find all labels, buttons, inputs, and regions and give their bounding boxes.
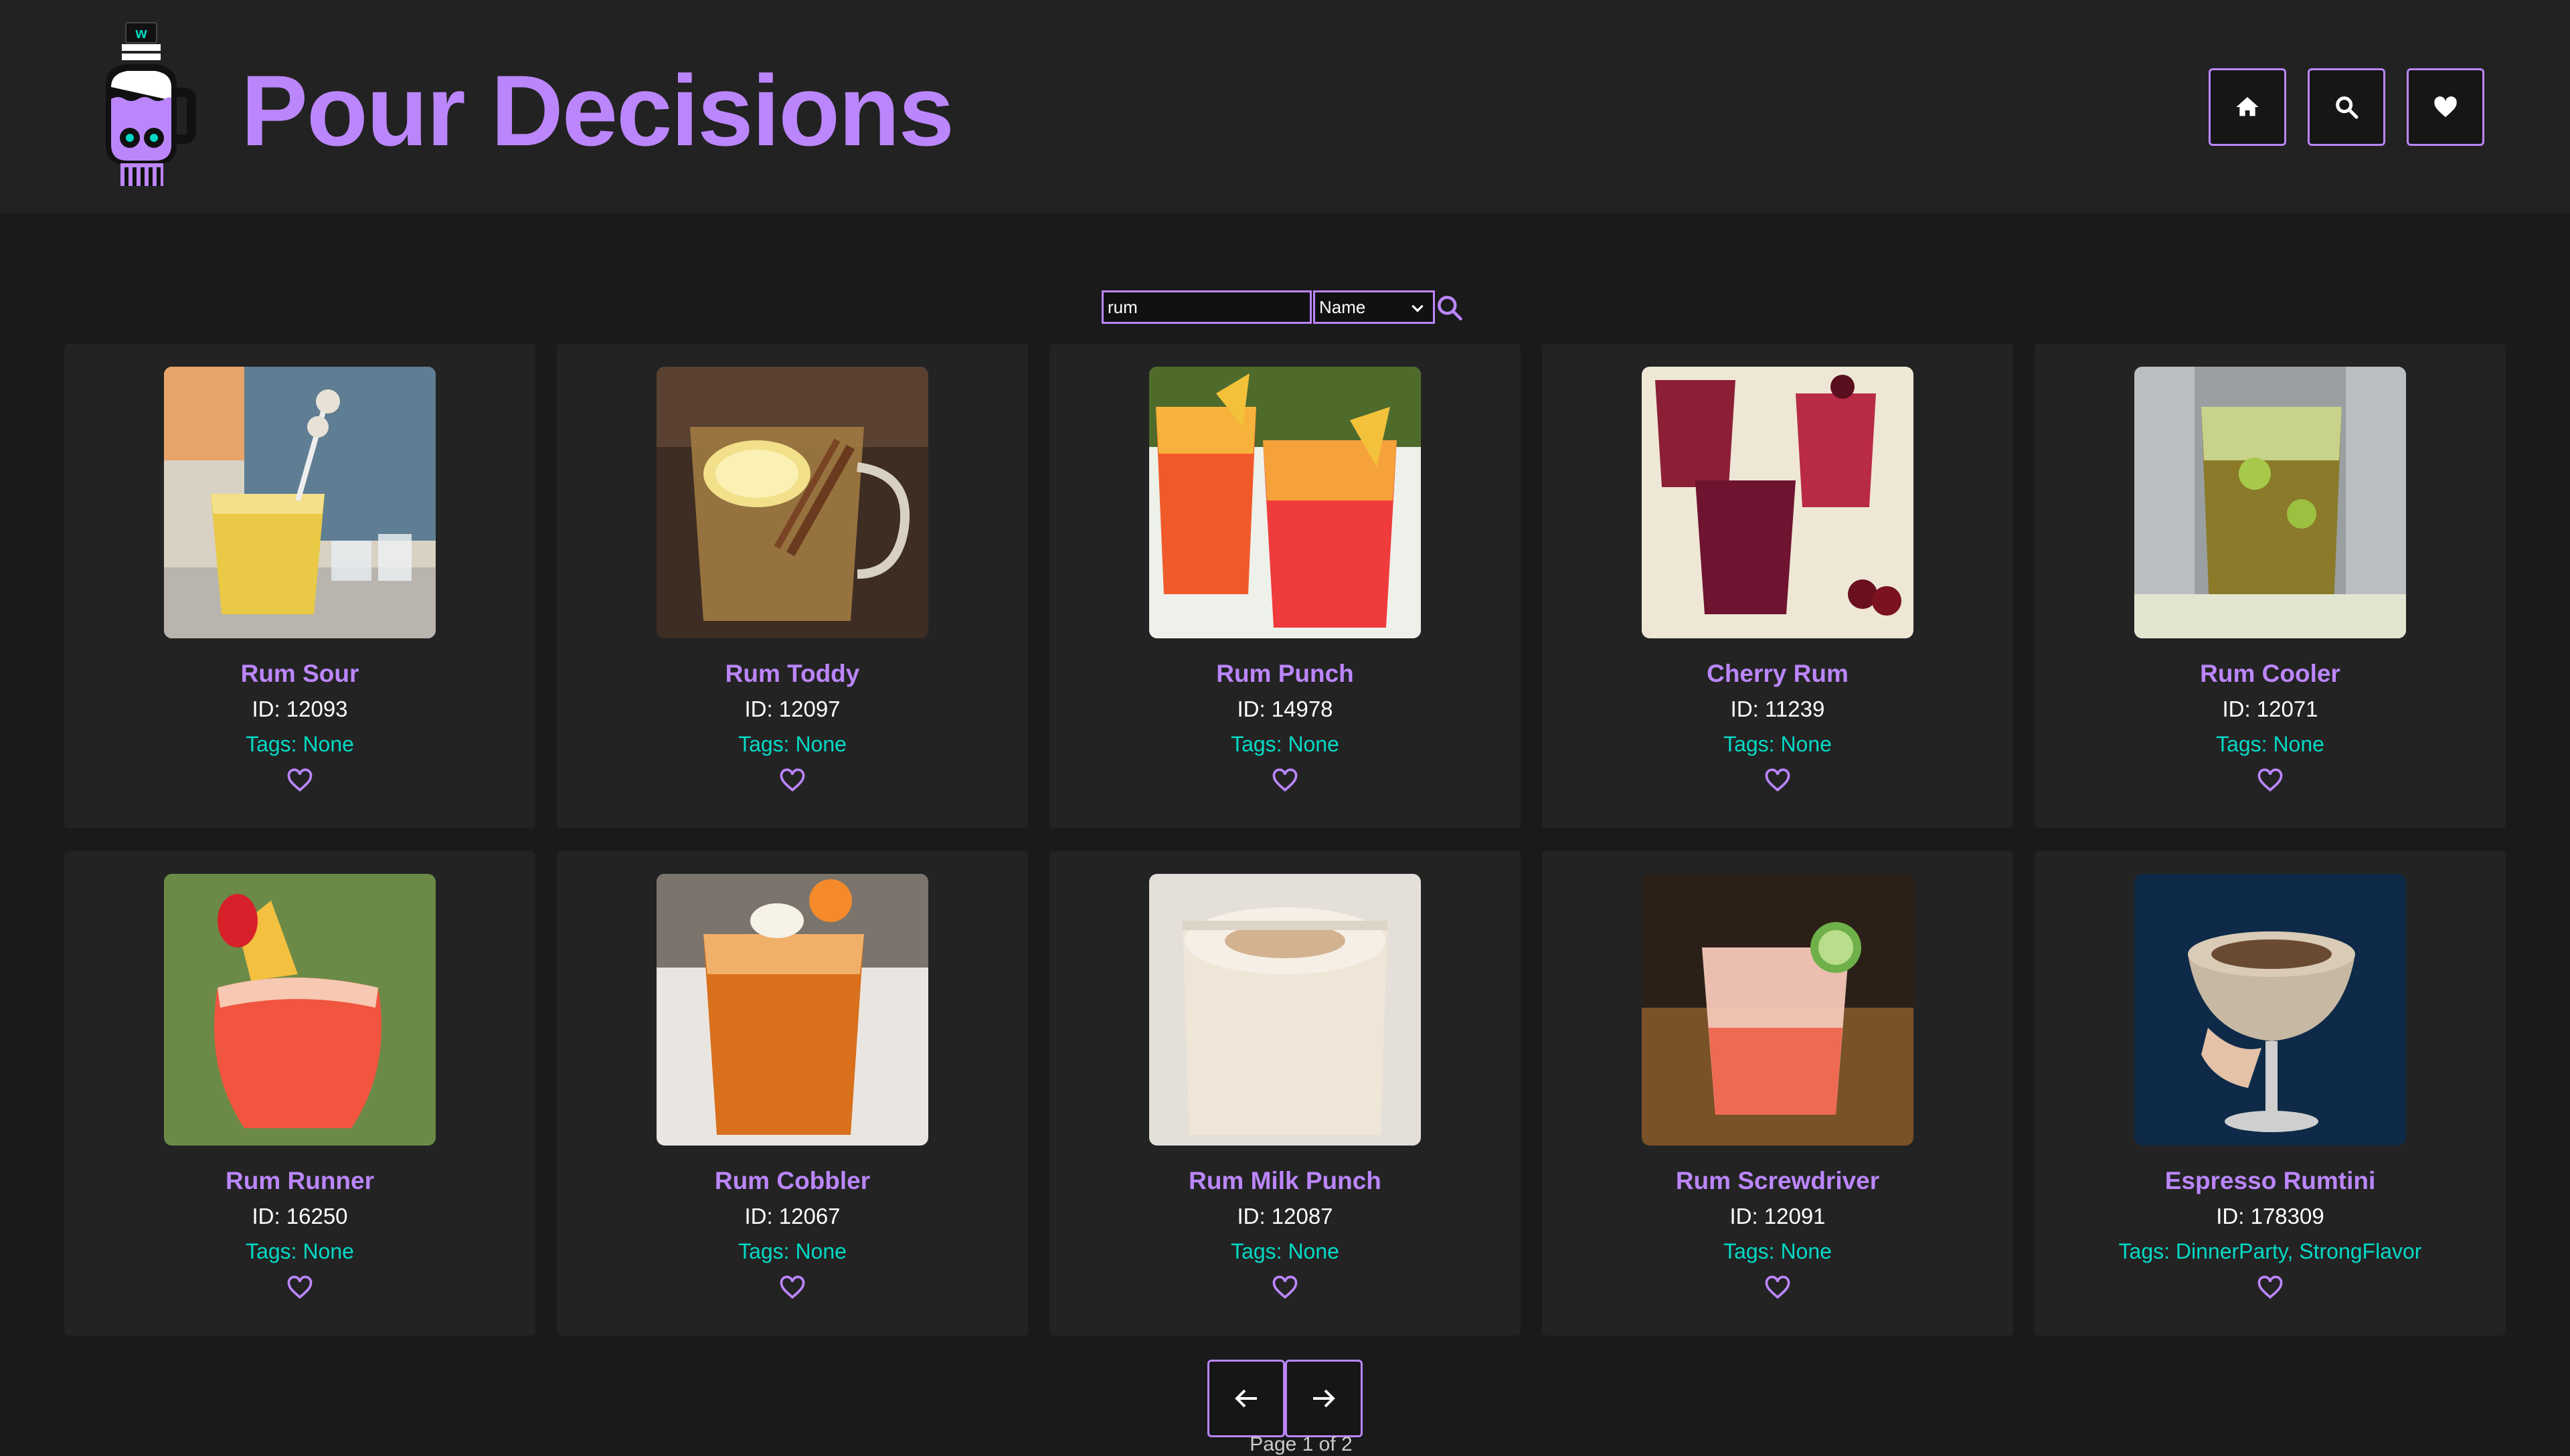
drink-tags: Tags: None xyxy=(1723,732,1832,756)
favorite-toggle[interactable] xyxy=(285,1273,315,1302)
heart-outline-icon xyxy=(1272,768,1298,792)
heart-outline-icon xyxy=(780,1275,805,1299)
favorite-toggle[interactable] xyxy=(778,1273,807,1302)
heart-outline-icon xyxy=(287,768,313,792)
favorite-toggle[interactable] xyxy=(285,765,315,795)
drink-photo[interactable] xyxy=(2134,874,2406,1146)
drink-card[interactable]: Espresso Rumtini ID: 178309 Tags: Dinner… xyxy=(2035,851,2506,1336)
drink-tags: Tags: None xyxy=(738,1239,847,1263)
drink-tags: Tags: None xyxy=(246,732,354,756)
drink-name[interactable]: Rum Runner xyxy=(226,1166,374,1196)
drink-tags: Tags: None xyxy=(2216,732,2324,756)
results-grid: Rum Sour ID: 12093 Tags: None Rum Toddy … xyxy=(64,344,2506,1336)
drink-name[interactable]: Cherry Rum xyxy=(1707,658,1849,689)
app-header: w Pour Decisions xyxy=(0,0,2570,213)
prev-page-button[interactable] xyxy=(1207,1360,1285,1437)
heart-outline-icon xyxy=(780,768,805,792)
page-indicator: Page 1 of 2 xyxy=(1250,1433,1353,1455)
drink-id: ID: 16250 xyxy=(252,1204,348,1228)
favorite-toggle[interactable] xyxy=(2255,765,2285,795)
drink-id: ID: 12071 xyxy=(2222,697,2318,721)
drink-tags: Tags: None xyxy=(1231,1239,1339,1263)
drink-name[interactable]: Rum Cooler xyxy=(2200,658,2340,689)
search-filter-select[interactable]: Name xyxy=(1313,290,1435,324)
drink-photo[interactable] xyxy=(1642,367,1913,638)
drink-name[interactable]: Espresso Rumtini xyxy=(2165,1166,2376,1196)
favorite-toggle[interactable] xyxy=(1270,1273,1300,1302)
heart-outline-icon xyxy=(2257,768,2283,792)
heart-outline-icon xyxy=(2257,1275,2283,1299)
search-submit-icon[interactable] xyxy=(1435,293,1464,323)
drink-photo[interactable] xyxy=(1149,874,1421,1146)
drink-name[interactable]: Rum Cobbler xyxy=(715,1166,870,1196)
arrow-left-icon xyxy=(1235,1389,1257,1408)
search-icon xyxy=(2336,96,2359,119)
drink-card[interactable]: Rum Runner ID: 16250 Tags: None xyxy=(64,851,535,1336)
drink-id: ID: 12091 xyxy=(1729,1204,1826,1228)
next-page-button[interactable] xyxy=(1285,1360,1363,1437)
drink-card[interactable]: Rum Screwdriver ID: 12091 Tags: None xyxy=(1542,851,2013,1336)
favorites-button[interactable] xyxy=(2407,68,2484,146)
drink-photo[interactable] xyxy=(1642,874,1913,1146)
drink-card[interactable]: Rum Punch ID: 14978 Tags: None xyxy=(1049,344,1521,828)
drink-name[interactable]: Rum Toddy xyxy=(725,658,860,689)
favorite-toggle[interactable] xyxy=(1763,765,1792,795)
drink-id: ID: 14978 xyxy=(1237,697,1333,721)
drink-photo[interactable] xyxy=(657,367,928,638)
drink-name[interactable]: Rum Screwdriver xyxy=(1676,1166,1879,1196)
drink-id: ID: 12087 xyxy=(1237,1204,1333,1228)
arrow-right-icon xyxy=(1313,1389,1335,1408)
drink-card[interactable]: Rum Toddy ID: 12097 Tags: None xyxy=(557,344,1028,828)
drink-card[interactable]: Rum Milk Punch ID: 12087 Tags: None xyxy=(1049,851,1521,1336)
drink-id: ID: 12067 xyxy=(744,1204,841,1228)
drink-card[interactable]: Rum Cobbler ID: 12067 Tags: None xyxy=(557,851,1028,1336)
drink-photo[interactable] xyxy=(164,874,436,1146)
drink-name[interactable]: Rum Milk Punch xyxy=(1189,1166,1381,1196)
home-icon xyxy=(2236,97,2259,116)
drink-card[interactable]: Rum Cooler ID: 12071 Tags: None xyxy=(2035,344,2506,828)
favorite-toggle[interactable] xyxy=(2255,1273,2285,1302)
search-filter-value: Name xyxy=(1319,296,1366,317)
app-title[interactable]: Pour Decisions xyxy=(241,47,954,174)
drink-tags: Tags: None xyxy=(246,1239,354,1263)
drink-tags: Tags: DinnerParty, StrongFlavor xyxy=(2118,1239,2422,1263)
favorite-toggle[interactable] xyxy=(778,765,807,795)
heart-icon xyxy=(2434,96,2457,117)
drink-tags: Tags: None xyxy=(738,732,847,756)
drink-id: ID: 178309 xyxy=(2216,1204,2324,1228)
drink-id: ID: 11239 xyxy=(1730,697,1825,721)
drink-name[interactable]: Rum Punch xyxy=(1216,658,1354,689)
chevron-down-icon xyxy=(1411,304,1424,312)
drink-card[interactable]: Rum Sour ID: 12093 Tags: None xyxy=(64,344,535,828)
drink-photo[interactable] xyxy=(657,874,928,1146)
drink-id: ID: 12093 xyxy=(252,697,348,721)
drink-card[interactable]: Cherry Rum ID: 11239 Tags: None xyxy=(1542,344,2013,828)
heart-outline-icon xyxy=(287,1275,313,1299)
heart-outline-icon xyxy=(1272,1275,1298,1299)
drink-photo[interactable] xyxy=(2134,367,2406,638)
skull-flask-logo-icon[interactable]: w xyxy=(92,20,201,194)
heart-outline-icon xyxy=(1765,1275,1790,1299)
drink-photo[interactable] xyxy=(1149,367,1421,638)
drink-id: ID: 12097 xyxy=(744,697,841,721)
drink-photo[interactable] xyxy=(164,367,436,638)
drink-tags: Tags: None xyxy=(1723,1239,1832,1263)
home-button[interactable] xyxy=(2209,68,2286,146)
drink-name[interactable]: Rum Sour xyxy=(241,658,359,689)
favorite-toggle[interactable] xyxy=(1270,765,1300,795)
search-page-button[interactable] xyxy=(2308,68,2385,146)
search-input[interactable] xyxy=(1102,290,1312,324)
heart-outline-icon xyxy=(1765,768,1790,792)
drink-tags: Tags: None xyxy=(1231,732,1339,756)
favorite-toggle[interactable] xyxy=(1763,1273,1792,1302)
svg-text:w: w xyxy=(135,25,147,41)
